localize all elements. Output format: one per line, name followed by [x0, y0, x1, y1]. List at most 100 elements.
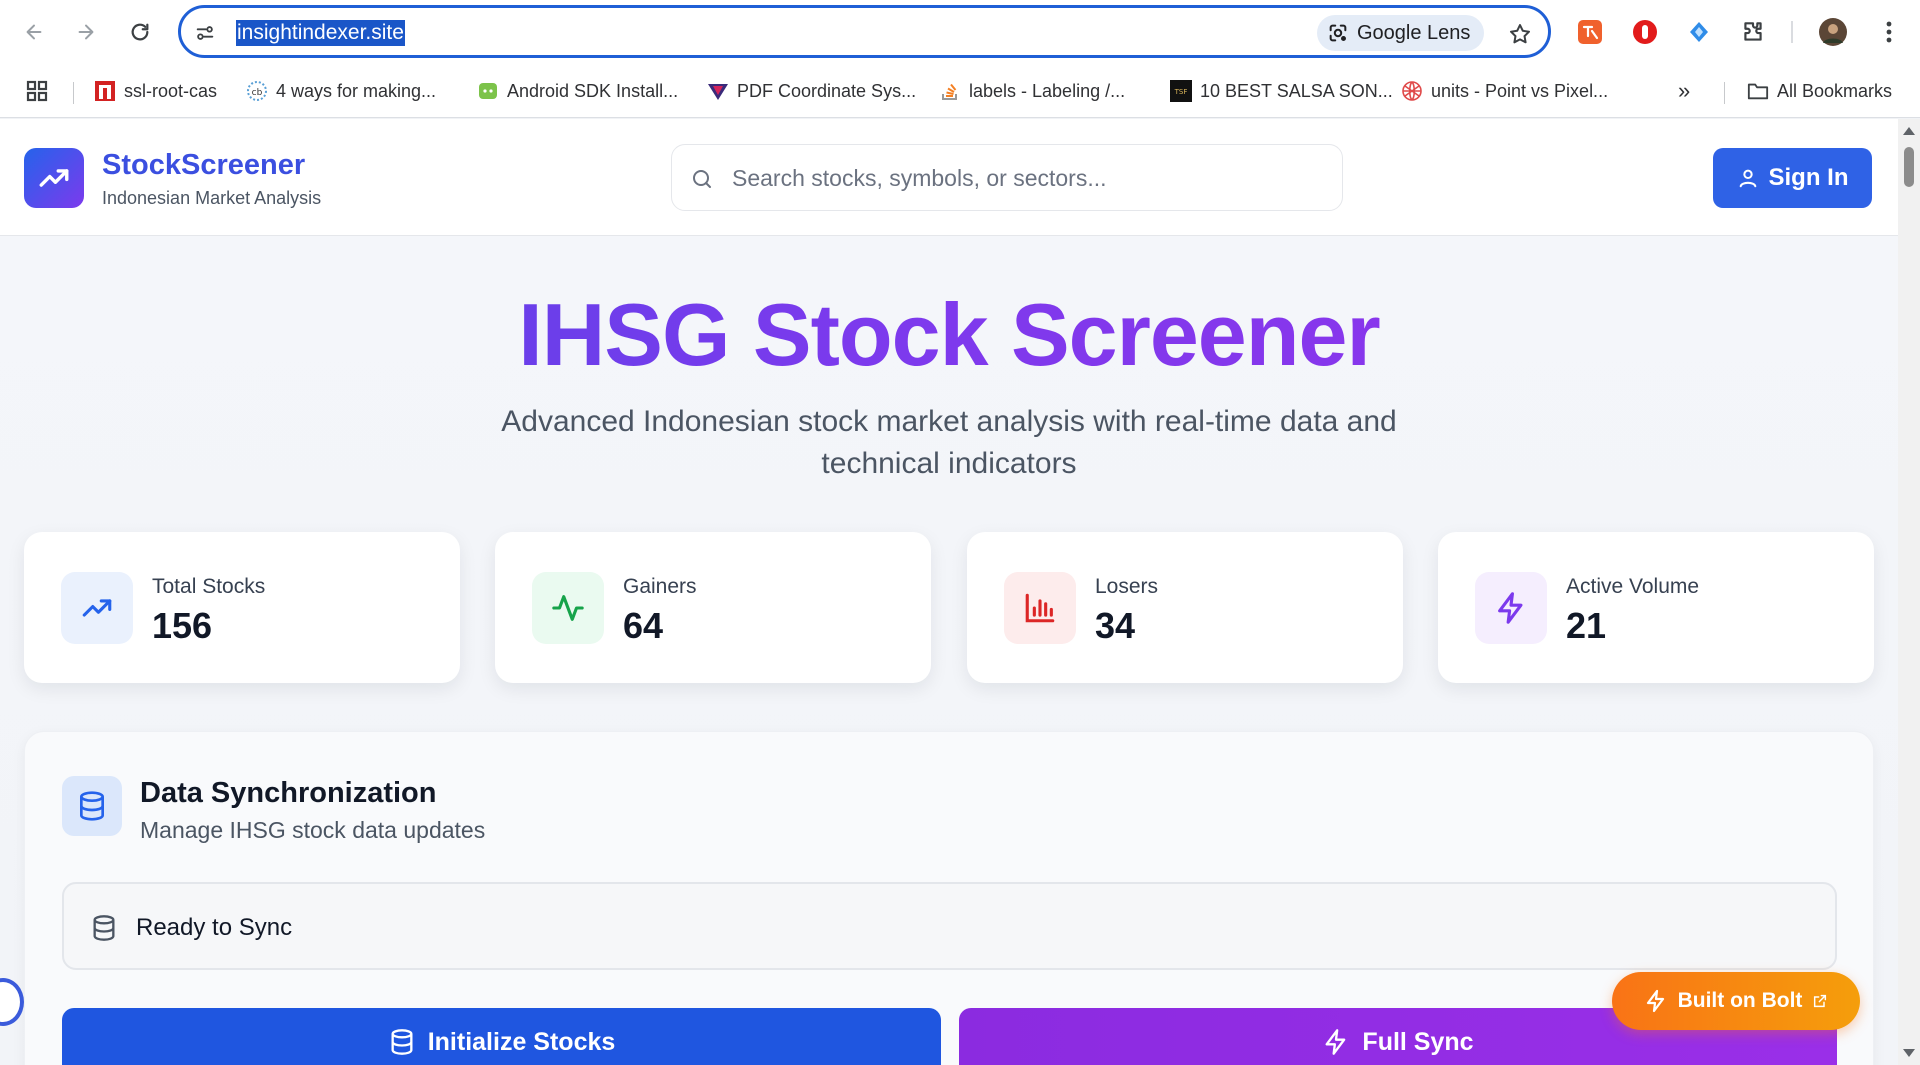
bookmark-label: Android SDK Install...	[507, 80, 679, 101]
all-bookmarks-button[interactable]: All Bookmarks	[1747, 76, 1892, 106]
stat-card-losers: Losers 34	[967, 532, 1403, 683]
zap-icon	[1475, 572, 1547, 644]
svg-text:cb: cb	[252, 88, 263, 98]
lens-icon	[1329, 24, 1347, 42]
arrow-right-icon	[78, 24, 94, 40]
browser-menu-icon[interactable]	[1874, 17, 1904, 47]
database-icon	[62, 776, 122, 836]
stat-value: 156	[152, 605, 213, 646]
sync-status-box: Ready to Sync	[62, 882, 1837, 970]
svg-text:TSF: TSF	[1174, 88, 1188, 96]
bookmark-item[interactable]: units - Point vs Pixel...	[1401, 76, 1608, 106]
page-title: IHSG Stock Screener	[0, 284, 1898, 386]
stackoverflow-icon	[939, 80, 961, 102]
toolbar-divider	[1791, 21, 1793, 43]
search-bar[interactable]	[671, 144, 1343, 211]
trending-up-icon	[61, 572, 133, 644]
bookmark-label: ssl-root-cas	[124, 80, 218, 101]
activity-icon	[532, 572, 604, 644]
bookmark-label: 10 BEST SALSA SON...	[1200, 80, 1393, 101]
bookmarks-overflow-button[interactable]: »	[1678, 76, 1690, 106]
zap-icon	[1325, 1029, 1346, 1055]
bookmark-label: labels - Labeling /...	[969, 80, 1126, 101]
bookmark-item[interactable]: labels - Labeling /...	[939, 76, 1125, 106]
android-icon	[477, 80, 499, 102]
apps-grid-icon	[26, 80, 48, 102]
extension-translate-icon[interactable]	[1575, 17, 1605, 47]
brand-subtitle: Indonesian Market Analysis	[102, 188, 322, 208]
stat-card-total-stocks: Total Stocks 156	[24, 532, 460, 683]
initialize-stocks-label: Initialize Stocks	[427, 1028, 616, 1056]
bookmarks-bar: ssl-root-cas cb 4 ways for making... And…	[0, 66, 1920, 118]
google-lens-button[interactable]: Google Lens	[1317, 15, 1485, 51]
google-lens-label: Google Lens	[1357, 21, 1471, 44]
extensions-puzzle-icon[interactable]	[1738, 17, 1768, 47]
built-on-bolt-label: Built on Bolt	[1677, 989, 1803, 1012]
globe-icon	[1401, 80, 1423, 102]
sign-in-label: Sign In	[1768, 164, 1849, 191]
triangle-logo-icon	[707, 80, 729, 102]
bookmark-item[interactable]: Android SDK Install...	[477, 76, 678, 106]
site-header: StockScreener Indonesian Market Analysis…	[0, 119, 1898, 236]
bookmark-label: units - Point vs Pixel...	[1431, 80, 1609, 101]
search-input[interactable]	[732, 159, 1312, 197]
arrow-left-icon	[26, 24, 42, 40]
trending-up-icon	[39, 169, 69, 187]
overflow-label: »	[1678, 78, 1691, 103]
external-link-icon	[1814, 994, 1827, 1008]
browser-toolbar: insightindexer.site Google Lens	[0, 0, 1920, 66]
stat-label: Gainers	[623, 575, 697, 598]
initialize-stocks-button[interactable]: Initialize Stocks	[62, 1008, 941, 1065]
brand-name[interactable]: StockScreener	[102, 149, 305, 182]
page-scrollbar[interactable]	[1898, 119, 1920, 1065]
sign-in-button[interactable]: Sign In	[1713, 148, 1872, 208]
bookmark-label: PDF Coordinate Sys...	[737, 80, 917, 101]
stat-card-gainers: Gainers 64	[495, 532, 931, 683]
stat-card-active-volume: Active Volume 21	[1438, 532, 1874, 683]
brand-logo[interactable]	[24, 148, 84, 208]
page-viewport: StockScreener Indonesian Market Analysis…	[0, 119, 1920, 1065]
bookmark-separator	[1724, 82, 1725, 104]
cb-logo-icon: cb	[246, 80, 268, 102]
scroll-up-icon[interactable]	[1903, 127, 1915, 135]
stat-value: 21	[1566, 605, 1607, 646]
forward-button[interactable]	[68, 14, 104, 50]
stat-label: Total Stocks	[152, 575, 266, 598]
stat-value: 34	[1095, 605, 1136, 646]
tsf-logo-icon: TSF	[1170, 80, 1192, 102]
extension-diamond-icon[interactable]	[1684, 17, 1714, 47]
bookmark-item[interactable]: ssl-root-cas	[94, 76, 217, 106]
back-button[interactable]	[16, 14, 52, 50]
stat-value: 64	[623, 605, 664, 646]
profile-avatar[interactable]	[1818, 17, 1848, 47]
sync-title: Data Synchronization	[140, 777, 437, 809]
bookmark-item[interactable]: cb 4 ways for making...	[246, 76, 436, 106]
sync-subtitle: Manage IHSG stock data updates	[140, 817, 486, 843]
scroll-thumb[interactable]	[1904, 147, 1914, 187]
bookmark-item[interactable]: PDF Coordinate Sys...	[707, 76, 916, 106]
bookmark-separator	[73, 82, 74, 104]
built-on-bolt-badge[interactable]: Built on Bolt	[1612, 972, 1860, 1030]
user-icon	[1739, 169, 1756, 188]
data-sync-panel: Data Synchronization Manage IHSG stock d…	[24, 731, 1874, 1065]
scroll-down-icon[interactable]	[1903, 1049, 1915, 1057]
extension-stop-icon[interactable]	[1630, 17, 1660, 47]
site-info-icon[interactable]	[193, 21, 217, 45]
bookmark-star-button[interactable]	[1505, 19, 1535, 49]
bar-chart-icon	[1004, 572, 1076, 644]
reload-icon	[131, 23, 149, 41]
stat-label: Active Volume	[1566, 575, 1700, 598]
sync-status-text: Ready to Sync	[136, 914, 293, 941]
star-icon	[1510, 24, 1530, 44]
full-sync-label: Full Sync	[1362, 1028, 1474, 1056]
page-subtitle: Advanced Indonesian stock market analysi…	[501, 405, 1397, 480]
apps-grid-button[interactable]	[26, 76, 48, 106]
url-text[interactable]: insightindexer.site	[236, 20, 405, 46]
zap-icon	[1646, 989, 1664, 1013]
stat-label: Losers	[1095, 575, 1159, 598]
database-icon	[391, 1029, 413, 1055]
reload-button[interactable]	[122, 14, 158, 50]
bookmark-item[interactable]: TSF 10 BEST SALSA SON...	[1170, 76, 1393, 106]
all-bookmarks-label: All Bookmarks	[1777, 80, 1893, 101]
address-bar[interactable]: insightindexer.site Google Lens	[178, 5, 1551, 58]
